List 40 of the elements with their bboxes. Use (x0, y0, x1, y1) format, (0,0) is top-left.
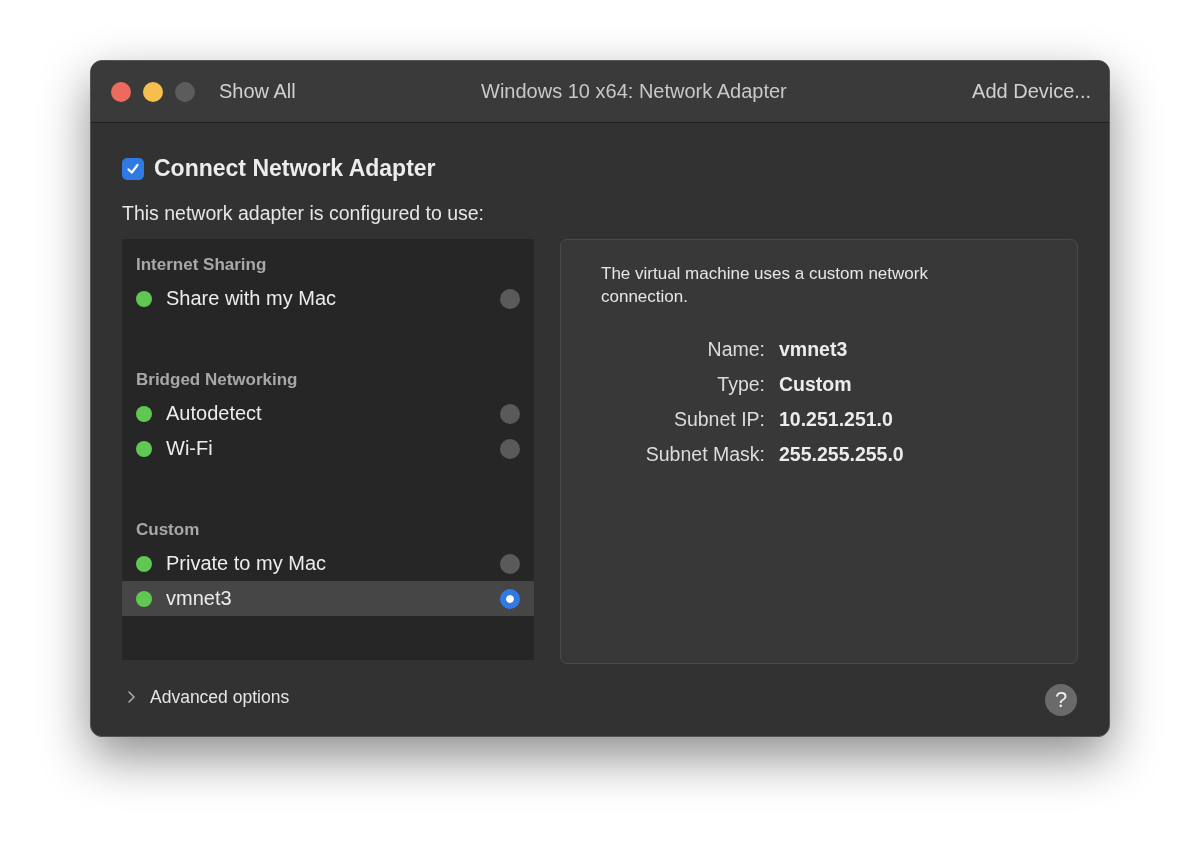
checkmark-icon (126, 161, 140, 176)
radio-button[interactable] (500, 288, 520, 309)
subtitle-text: This network adapter is configured to use: (122, 202, 486, 225)
field-value: Custom (779, 373, 853, 396)
status-dot-icon (136, 555, 152, 572)
checkbox[interactable] (122, 157, 144, 180)
network-item[interactable]: vmnet3 (122, 581, 534, 616)
help-button[interactable]: ? (1045, 684, 1077, 716)
field-label: Name: (706, 338, 765, 361)
radio-button[interactable] (500, 438, 520, 459)
network-item[interactable]: Wi-Fi (122, 431, 534, 466)
status-dot-icon (136, 290, 152, 307)
close-button[interactable] (111, 81, 131, 102)
status-dot-icon (136, 440, 152, 457)
status-dot-icon (136, 405, 152, 422)
window-title: Windows 10 x64: Network Adapter (480, 80, 788, 103)
network-item[interactable]: Share with my Mac (122, 281, 534, 316)
description-text: The virtual machine uses a custom network connection. (601, 263, 929, 308)
field-value: 10.251.251.0 (779, 408, 894, 431)
network-item[interactable]: Autodetect (122, 396, 534, 431)
field-value: 255.255.255.0 (779, 443, 905, 466)
add-device-button[interactable]: Add Device... (972, 80, 1091, 103)
advanced-options-toggle[interactable]: Advanced options (122, 686, 290, 708)
status-dot-icon (136, 590, 152, 607)
group-header: Internet Sharing (135, 255, 268, 276)
radio-button[interactable] (500, 553, 520, 574)
network-item[interactable]: Private to my Mac (122, 546, 534, 581)
group-header: Bridged Networking (135, 370, 299, 391)
zoom-button[interactable] (175, 81, 195, 102)
checkbox-label: Connect Network Adapter (154, 155, 436, 182)
group-header: Custom (135, 520, 201, 541)
chevron-icon (126, 690, 136, 704)
minimize-button[interactable] (143, 81, 163, 102)
field-label: Subnet IP: (672, 408, 765, 431)
field-label: Type: (716, 373, 765, 396)
field-value: vmnet3 (779, 338, 849, 361)
radio-button[interactable] (500, 588, 520, 609)
field-label: Subnet Mask: (644, 443, 765, 466)
radio-button[interactable] (500, 403, 520, 424)
show-all-button[interactable]: Show All (219, 80, 296, 103)
